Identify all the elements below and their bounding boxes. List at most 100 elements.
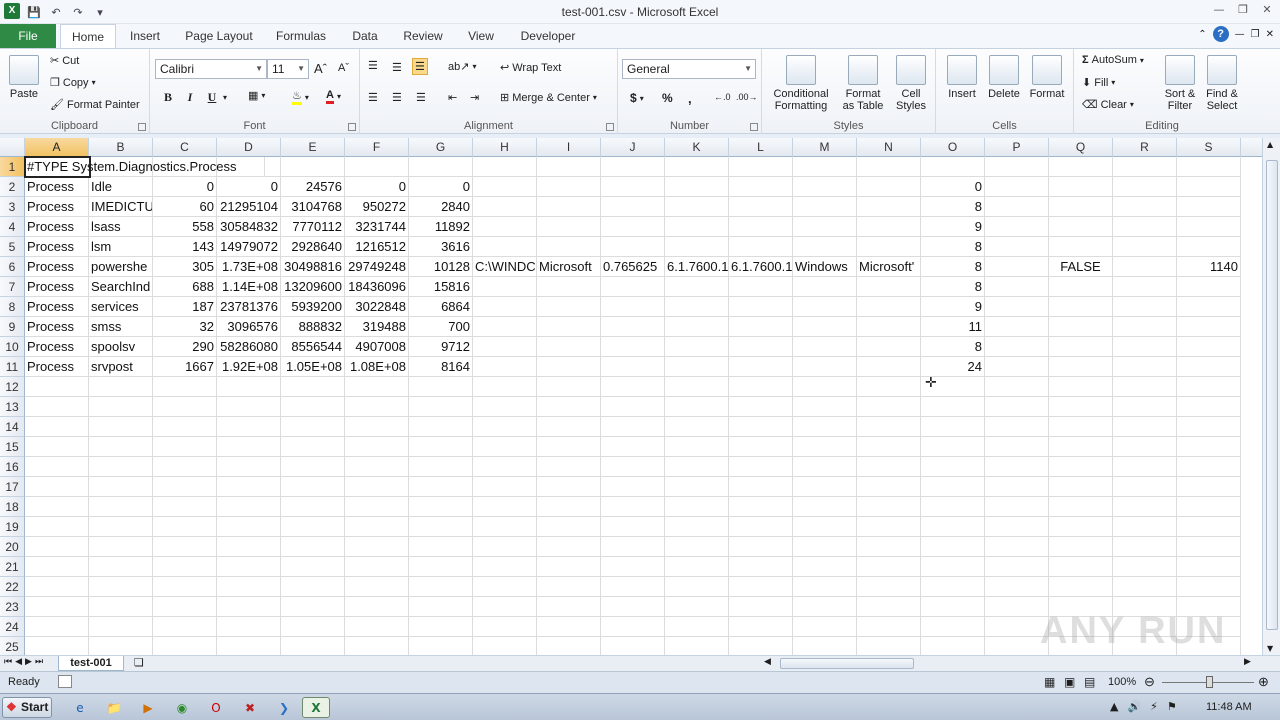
cell-i7[interactable] <box>537 277 601 297</box>
cell-p13[interactable] <box>985 397 1049 417</box>
cell-g1[interactable] <box>409 157 473 177</box>
cell-g5[interactable]: 3616 <box>409 237 473 257</box>
row-header-9[interactable]: 9 <box>0 317 25 337</box>
cell-f5[interactable]: 1216512 <box>345 237 409 257</box>
cell-k20[interactable] <box>665 537 729 557</box>
cell-o21[interactable] <box>921 557 985 577</box>
cell-e23[interactable] <box>281 597 345 617</box>
cell-d2[interactable]: 0 <box>217 177 281 197</box>
cell-h2[interactable] <box>473 177 537 197</box>
cell-b10[interactable]: spoolsv <box>89 337 153 357</box>
row-header-7[interactable]: 7 <box>0 277 25 297</box>
cell-j20[interactable] <box>601 537 665 557</box>
cell-p9[interactable] <box>985 317 1049 337</box>
tab-review[interactable]: Review <box>398 24 448 48</box>
tab-file[interactable]: File <box>0 24 56 48</box>
cell-q9[interactable] <box>1049 317 1113 337</box>
cell-j18[interactable] <box>601 497 665 517</box>
row-header-24[interactable]: 24 <box>0 617 25 637</box>
cell-j14[interactable] <box>601 417 665 437</box>
cell-o3[interactable]: 8 <box>921 197 985 217</box>
cell-l16[interactable] <box>729 457 793 477</box>
cell-f13[interactable] <box>345 397 409 417</box>
column-header-r[interactable]: R <box>1113 138 1177 157</box>
cell-g20[interactable] <box>409 537 473 557</box>
cell-c20[interactable] <box>153 537 217 557</box>
decrease-decimal-button[interactable]: .00→ <box>736 92 758 102</box>
cell-g3[interactable]: 2840 <box>409 197 473 217</box>
cell-b15[interactable] <box>89 437 153 457</box>
align-left-button[interactable]: ☰ <box>368 91 378 104</box>
cell-j6[interactable]: 0.765625 <box>601 257 665 277</box>
cell-o4[interactable]: 9 <box>921 217 985 237</box>
tab-home[interactable]: Home <box>60 24 116 49</box>
cell-m10[interactable] <box>793 337 857 357</box>
cell-p5[interactable] <box>985 237 1049 257</box>
cell-s14[interactable] <box>1177 417 1241 437</box>
percent-button[interactable]: % <box>662 91 673 105</box>
cell-r20[interactable] <box>1113 537 1177 557</box>
cell-g13[interactable] <box>409 397 473 417</box>
cell-b4[interactable]: lsass <box>89 217 153 237</box>
column-header-f[interactable]: F <box>345 138 409 157</box>
cell-i6[interactable]: Microsoft <box>537 257 601 277</box>
cell-p3[interactable] <box>985 197 1049 217</box>
cell-e24[interactable] <box>281 617 345 637</box>
alignment-launcher-icon[interactable] <box>606 123 614 131</box>
cell-j9[interactable] <box>601 317 665 337</box>
cell-g11[interactable]: 8164 <box>409 357 473 377</box>
cell-o19[interactable] <box>921 517 985 537</box>
opera-icon[interactable]: O <box>202 697 230 718</box>
zoom-slider-thumb[interactable] <box>1206 676 1213 688</box>
cell-i14[interactable] <box>537 417 601 437</box>
cell-c5[interactable]: 143 <box>153 237 217 257</box>
cell-d22[interactable] <box>217 577 281 597</box>
cell-k1[interactable] <box>665 157 729 177</box>
cell-q10[interactable] <box>1049 337 1113 357</box>
zoom-in-icon[interactable]: ⊕ <box>1258 674 1269 690</box>
font-color-button[interactable]: A ▾ <box>326 89 341 104</box>
macro-record-icon[interactable] <box>58 675 72 688</box>
font-size-combo[interactable]: 11 ▼ <box>267 59 309 79</box>
cell-m12[interactable] <box>793 377 857 397</box>
cell-a14[interactable] <box>25 417 89 437</box>
cell-c9[interactable]: 32 <box>153 317 217 337</box>
cell-i5[interactable] <box>537 237 601 257</box>
clock[interactable]: 11:48 AM <box>1206 701 1252 713</box>
row-header-19[interactable]: 19 <box>0 517 25 537</box>
cell-j2[interactable] <box>601 177 665 197</box>
cell-i21[interactable] <box>537 557 601 577</box>
cell-q7[interactable] <box>1049 277 1113 297</box>
increase-decimal-button[interactable]: ←.0 <box>714 92 731 102</box>
cell-n24[interactable] <box>857 617 921 637</box>
cell-l17[interactable] <box>729 477 793 497</box>
cell-r19[interactable] <box>1113 517 1177 537</box>
cell-l10[interactable] <box>729 337 793 357</box>
cell-c17[interactable] <box>153 477 217 497</box>
cell-e7[interactable]: 13209600 <box>281 277 345 297</box>
cell-f11[interactable]: 1.08E+08 <box>345 357 409 377</box>
cell-l2[interactable] <box>729 177 793 197</box>
cell-g17[interactable] <box>409 477 473 497</box>
cell-e3[interactable]: 3104768 <box>281 197 345 217</box>
cell-q6[interactable]: FALSE <box>1049 257 1113 277</box>
cell-s2[interactable] <box>1177 177 1241 197</box>
cell-j19[interactable] <box>601 517 665 537</box>
cell-h1[interactable] <box>473 157 537 177</box>
cell-k14[interactable] <box>665 417 729 437</box>
format-as-table-button[interactable]: Format as Table <box>838 55 888 112</box>
cell-i8[interactable] <box>537 297 601 317</box>
cell-m18[interactable] <box>793 497 857 517</box>
cell-g10[interactable]: 9712 <box>409 337 473 357</box>
cell-k16[interactable] <box>665 457 729 477</box>
cell-p21[interactable] <box>985 557 1049 577</box>
cell-r13[interactable] <box>1113 397 1177 417</box>
cell-o2[interactable]: 0 <box>921 177 985 197</box>
column-header-j[interactable]: J <box>601 138 665 157</box>
normal-view-icon[interactable]: ▦ <box>1044 675 1055 689</box>
cell-c6[interactable]: 305 <box>153 257 217 277</box>
scroll-right-icon[interactable]: ▶ <box>1244 657 1251 667</box>
cell-c7[interactable]: 688 <box>153 277 217 297</box>
cell-f22[interactable] <box>345 577 409 597</box>
cell-n22[interactable] <box>857 577 921 597</box>
